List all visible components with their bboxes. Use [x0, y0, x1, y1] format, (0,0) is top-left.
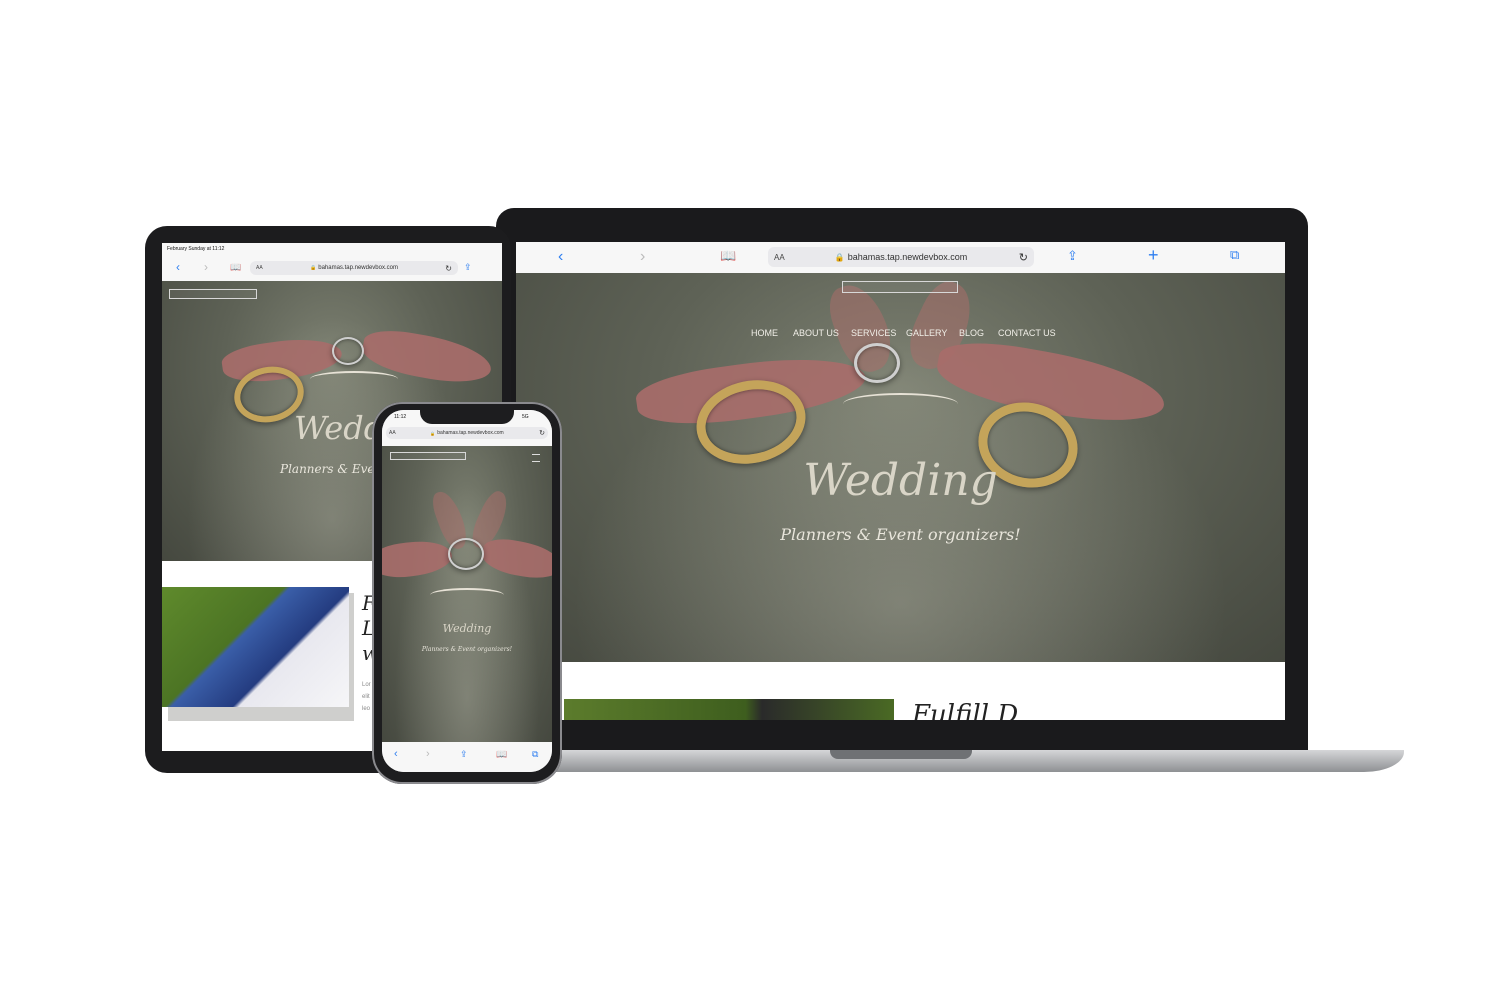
forward-icon[interactable]: › [204, 260, 208, 274]
nav-gallery[interactable]: GALLERY [906, 328, 947, 338]
section-heading-fragment: Fulfill D [912, 700, 1019, 720]
laptop-content-section: Fulfill D [516, 662, 1285, 720]
laptop-browser-bar: ‹ › 📖 AA 🔒 bahamas.tap.newdevbox.com ↻ ⇪… [516, 242, 1285, 273]
hero-subtitle: Planners & Event organizers! [780, 525, 1021, 544]
nav-contact-us[interactable]: CONTACT US [998, 328, 1056, 338]
laptop-hero: HOME ABOUT US SERVICES GALLERY BLOG CONT… [516, 273, 1285, 662]
phone-status-time: 11:12 [394, 414, 407, 420]
phone-hero: Wedding Planners & Event organizers! [382, 446, 552, 742]
nav-services[interactable]: SERVICES [851, 328, 896, 338]
laptop-screen: ‹ › 📖 AA 🔒 bahamas.tap.newdevbox.com ↻ ⇪… [516, 242, 1285, 720]
nav-home[interactable]: HOME [751, 328, 778, 338]
back-icon[interactable]: ‹ [558, 248, 563, 266]
lock-icon: 🔒 [834, 252, 845, 262]
heart-charm-icon [332, 337, 364, 365]
bookmarks-icon[interactable]: 📖 [496, 749, 507, 760]
tiara-ornament-icon [843, 393, 958, 415]
heart-charm-icon [448, 538, 484, 570]
new-tab-icon[interactable]: + [1148, 245, 1159, 266]
hero-title: Wedding [803, 455, 998, 506]
tablet-status-time: February Sunday at 11:12 [167, 246, 225, 252]
forward-icon[interactable]: › [426, 748, 430, 760]
bookmarks-icon[interactable]: 📖 [720, 248, 736, 264]
couple-photo [564, 699, 894, 720]
reader-mode-button[interactable]: AA [389, 430, 396, 436]
site-nav: HOME ABOUT US SERVICES GALLERY BLOG CONT… [751, 328, 1056, 340]
tiara-ornament-icon [430, 588, 504, 602]
phone-status-network: 5G [522, 414, 529, 420]
share-icon[interactable]: ⇪ [460, 749, 468, 760]
lock-icon: 🔒 [430, 430, 436, 436]
phone-bottom-toolbar: ‹ › ⇪ 📖 ⧉ [382, 742, 552, 772]
reload-icon[interactable]: ↻ [445, 264, 452, 273]
reload-icon[interactable]: ↻ [539, 429, 545, 437]
share-icon[interactable]: ⇪ [464, 262, 472, 273]
heart-charm-icon [854, 343, 900, 383]
reader-mode-button[interactable]: AA [256, 265, 263, 271]
hero-subtitle: Planners & Event organizers! [421, 646, 513, 653]
phone-notch [420, 408, 514, 424]
tabs-icon[interactable]: ⧉ [1230, 247, 1239, 263]
url-text: bahamas.tap.newdevbox.com [847, 252, 968, 262]
site-logo[interactable] [169, 289, 257, 299]
site-logo[interactable] [390, 452, 466, 460]
nav-about-us[interactable]: ABOUT US [793, 328, 839, 338]
tiara-ornament-icon [310, 371, 398, 387]
nav-blog[interactable]: BLOG [959, 328, 984, 338]
hero-title: Wedd [294, 409, 385, 447]
hero-title: Wedding [442, 622, 492, 635]
tabs-icon[interactable]: ⧉ [532, 749, 538, 760]
share-icon[interactable]: ⇪ [1067, 248, 1078, 264]
couple-photo [162, 587, 349, 707]
reader-mode-button[interactable]: AA [774, 253, 785, 262]
lock-icon: 🔒 [310, 265, 317, 271]
url-text: bahamas.tap.newdevbox.com [318, 265, 398, 271]
site-logo[interactable] [842, 281, 958, 293]
back-icon[interactable]: ‹ [176, 260, 180, 274]
section-body-fragment: Lor elit leo [362, 682, 371, 712]
url-bar[interactable]: AA 🔒 bahamas.tap.newdevbox.com ↻ [250, 261, 458, 275]
reload-icon[interactable]: ↻ [1019, 251, 1028, 264]
phone-screen: 11:12 5G AA 🔒 bahamas.tap.newdevbox.com … [382, 410, 552, 772]
forward-icon[interactable]: › [640, 248, 645, 266]
tablet-browser-bar: February Sunday at 11:12 ‹ › 📖 AA 🔒 baha… [162, 243, 502, 281]
url-bar[interactable]: AA 🔒 bahamas.tap.newdevbox.com ↻ [386, 427, 548, 439]
url-bar[interactable]: AA 🔒 bahamas.tap.newdevbox.com ↻ [768, 247, 1034, 267]
url-text: bahamas.tap.newdevbox.com [437, 430, 504, 436]
back-icon[interactable]: ‹ [394, 748, 398, 760]
hamburger-menu-icon[interactable] [532, 454, 540, 462]
bookmarks-icon[interactable]: 📖 [230, 262, 241, 273]
